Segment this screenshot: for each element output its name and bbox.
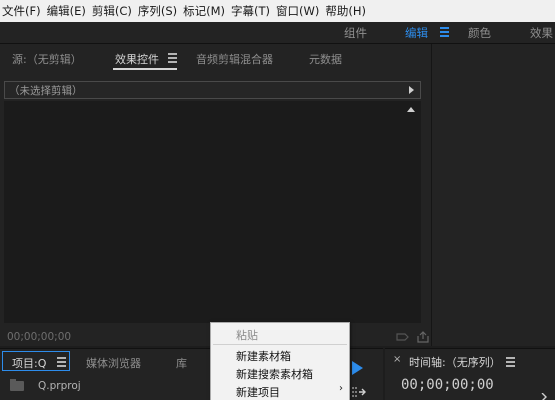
timeline-title[interactable]: 时间轴:（无序列） — [409, 354, 501, 370]
menu-file[interactable]: 文件(F) — [0, 0, 44, 22]
clip-selector-label: （未选择剪辑） — [9, 85, 83, 97]
tab-effect-controls[interactable]: 效果控件 — [115, 51, 159, 67]
timeline-panel: × 时间轴:（无序列） 00;00;00;00 — [385, 348, 555, 400]
expand-triangle-icon[interactable] — [409, 86, 414, 94]
active-tab-underline — [113, 68, 177, 70]
context-menu: 粘贴 新建素材箱 新建搜索素材箱 新建项目 › — [210, 322, 350, 400]
effects-list-area — [4, 101, 421, 323]
context-item-paste[interactable]: 粘贴 — [236, 327, 258, 343]
tab-audio-clip-mixer[interactable]: 音频剪辑混合器 — [196, 51, 273, 67]
menu-edit[interactable]: 编辑(E) — [44, 0, 89, 22]
timeline-menu-icon[interactable] — [506, 357, 515, 367]
submenu-arrow-icon: › — [339, 383, 343, 394]
collapse-up-icon[interactable] — [407, 107, 415, 112]
menu-clip[interactable]: 剪辑(C) — [89, 0, 135, 22]
clip-selector[interactable]: （未选择剪辑） — [4, 81, 421, 99]
effect-controls-panel: 源:（无剪辑） 效果控件 音频剪辑混合器 元数据 （未选择剪辑） 00;00;0… — [0, 44, 555, 346]
tab-source[interactable]: 源:（无剪辑） — [12, 51, 82, 67]
close-icon[interactable]: × — [393, 354, 401, 365]
menu-sequence[interactable]: 序列(S) — [135, 0, 180, 22]
effect-controls-area: 源:（无剪辑） 效果控件 音频剪辑混合器 元数据 （未选择剪辑） 00;00;0… — [0, 44, 432, 346]
workspace-tab-color[interactable]: 颜色 — [468, 22, 491, 44]
workspace-tab-assembly[interactable]: 组件 — [344, 22, 367, 44]
tab-media-browser[interactable]: 媒体浏览器 — [86, 355, 141, 371]
export-icon[interactable] — [416, 331, 430, 343]
context-item-new-search-bin[interactable]: 新建搜索素材箱 — [236, 366, 313, 382]
workspace-menu-icon[interactable] — [440, 27, 449, 37]
play-icon[interactable] — [352, 361, 363, 375]
workspace-tab-editing[interactable]: 编辑 — [405, 22, 428, 44]
insert-icon[interactable] — [351, 386, 367, 398]
menu-help[interactable]: 帮助(H) — [322, 0, 369, 22]
folder-icon — [10, 379, 24, 391]
project-menu-icon[interactable] — [57, 357, 66, 367]
filter-icon[interactable] — [396, 331, 410, 343]
context-separator — [213, 344, 347, 345]
context-item-new-bin[interactable]: 新建素材箱 — [236, 348, 291, 364]
chevron-right-icon[interactable] — [539, 393, 549, 400]
tab-libraries[interactable]: 库 — [176, 355, 187, 371]
tab-metadata[interactable]: 元数据 — [309, 51, 342, 67]
tab-project[interactable]: 项目:Q — [12, 355, 46, 371]
menu-window[interactable]: 窗口(W) — [273, 0, 322, 22]
menu-bar: 文件(F) 编辑(E) 剪辑(C) 序列(S) 标记(M) 字幕(T) 窗口(W… — [0, 0, 555, 22]
menu-titles[interactable]: 字幕(T) — [228, 0, 273, 22]
menu-markers[interactable]: 标记(M) — [180, 0, 228, 22]
effect-timecode[interactable]: 00;00;00;00 — [7, 331, 71, 343]
panel-menu-icon[interactable] — [168, 53, 177, 63]
timeline-timecode[interactable]: 00;00;00;00 — [401, 377, 494, 393]
workspace-bar: 组件 编辑 颜色 效果 — [0, 22, 555, 44]
context-item-new-item[interactable]: 新建项目 — [236, 384, 280, 400]
project-file-name: Q.prproj — [38, 380, 81, 392]
workspace-tab-effects[interactable]: 效果 — [530, 22, 553, 44]
